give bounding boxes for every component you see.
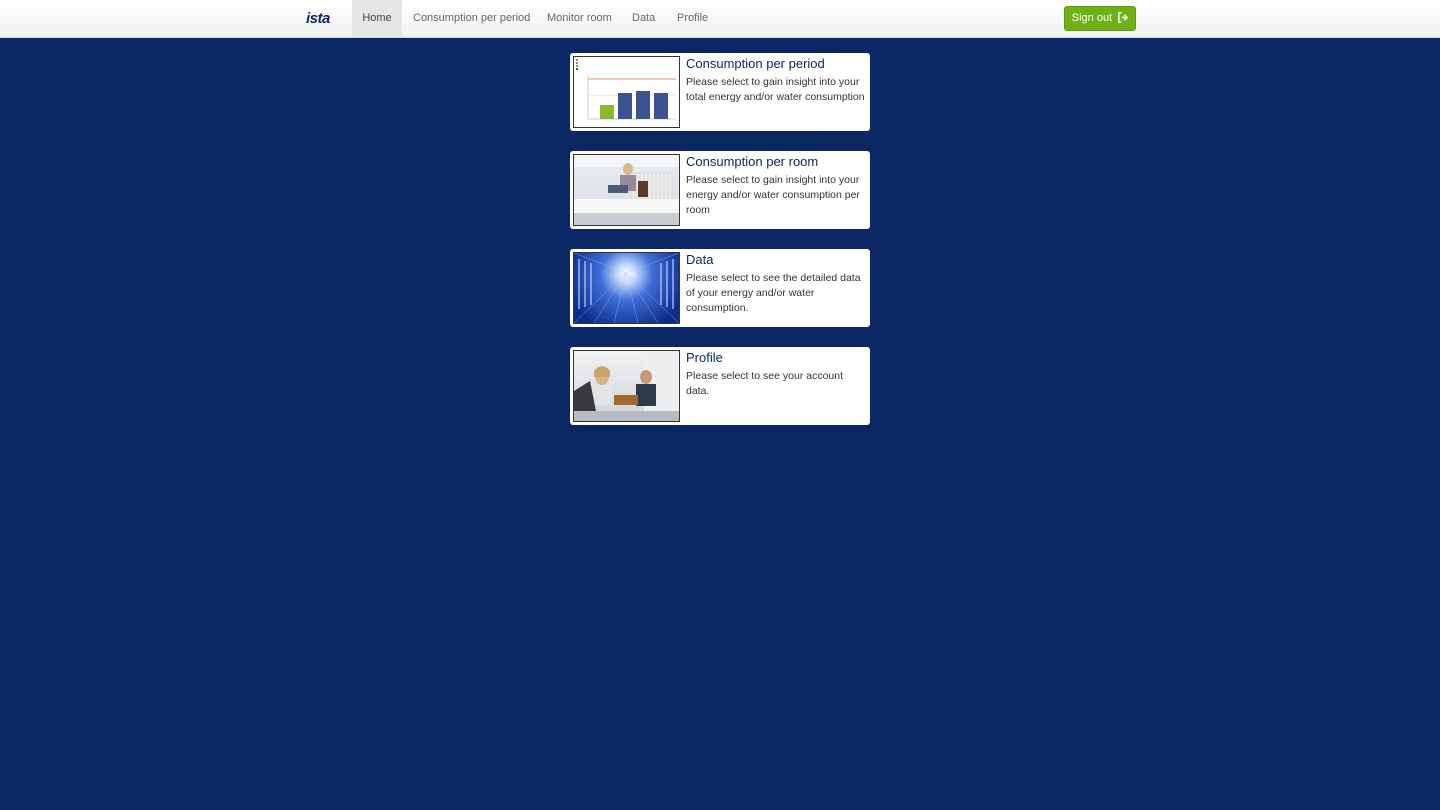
card-data[interactable]: Data Please select to see the detailed d… [570,249,870,327]
profile-photo-thumbnail [573,350,680,422]
sign-out-button[interactable]: Sign out [1064,6,1136,31]
card-title: Consumption per room [686,154,819,169]
sign-out-label: Sign out [1071,12,1113,24]
card-consumption-per-room[interactable]: Consumption per room Please select to ga… [570,151,870,229]
top-navbar: ista Home Consumption per period Monitor… [0,0,1440,38]
nav-profile[interactable]: Profile [667,0,718,37]
nav-data[interactable]: Data [622,0,665,37]
card-title: Consumption per period [686,56,825,71]
room-photo-thumbnail [573,154,680,226]
consumption-chart-thumbnail [573,56,680,128]
data-tunnel-thumbnail [573,252,680,324]
brand-logo[interactable]: ista [306,9,340,29]
nav-monitor-room[interactable]: Monitor room [537,0,622,37]
nav-consumption-per-period[interactable]: Consumption per period [403,0,540,37]
card-description: Please select to see the detailed data o… [686,272,861,314]
card-title: Profile [686,350,723,365]
card-title: Data [686,252,714,267]
card-description: Please select to see your account data. [686,370,844,397]
nav-home[interactable]: Home [352,0,402,37]
card-description: Please select to gain insight into your … [686,174,860,216]
sign-out-icon [1118,12,1129,23]
card-description: Please select to gain insight into your … [686,76,865,103]
card-profile[interactable]: Profile Please select to see your accoun… [570,347,870,425]
card-consumption-per-period[interactable]: Consumption per period Please select to … [570,53,870,131]
